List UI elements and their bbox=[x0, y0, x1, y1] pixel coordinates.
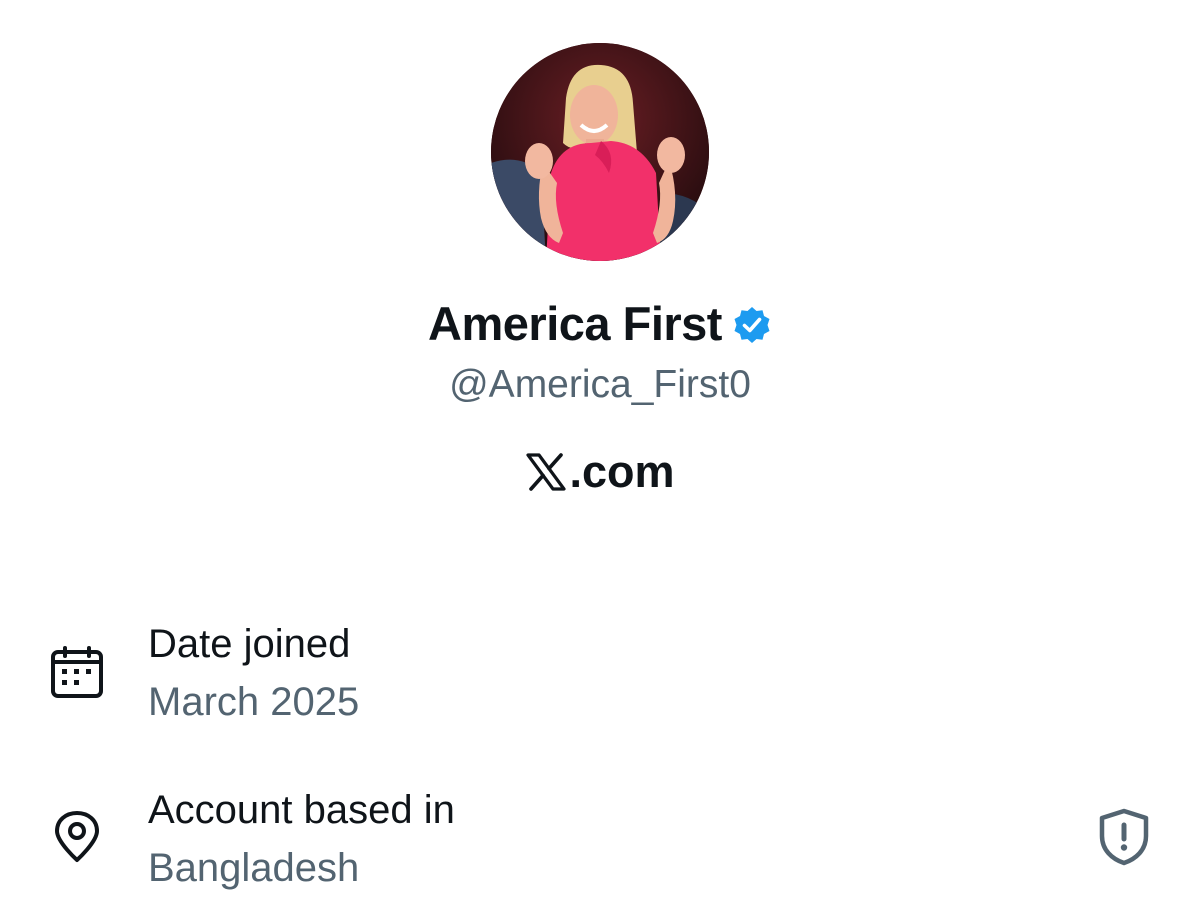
date-joined-value: March 2025 bbox=[148, 680, 360, 724]
about-account-page: America First @America_First0 .com Date … bbox=[0, 0, 1200, 919]
handle: @America_First0 bbox=[449, 363, 751, 406]
calendar-icon bbox=[51, 646, 103, 698]
display-name: America First bbox=[428, 297, 722, 350]
connected-via: .com bbox=[0, 444, 1200, 500]
verified-badge-icon[interactable] bbox=[732, 305, 772, 345]
x-logo-icon bbox=[526, 453, 567, 491]
shield-alert-icon[interactable] bbox=[1097, 808, 1151, 866]
date-joined-label: Date joined bbox=[148, 622, 351, 666]
location-pin-icon bbox=[55, 811, 99, 862]
account-location-value: Bangladesh bbox=[148, 846, 360, 890]
avatar[interactable] bbox=[491, 43, 709, 261]
date-joined-row: Date joined March 2025 bbox=[0, 616, 1200, 736]
account-location-row: Account based in Bangladesh bbox=[0, 782, 1200, 902]
name-row: America First bbox=[0, 294, 1200, 354]
domain-text: .com bbox=[569, 446, 675, 497]
account-location-label: Account based in bbox=[148, 788, 455, 832]
